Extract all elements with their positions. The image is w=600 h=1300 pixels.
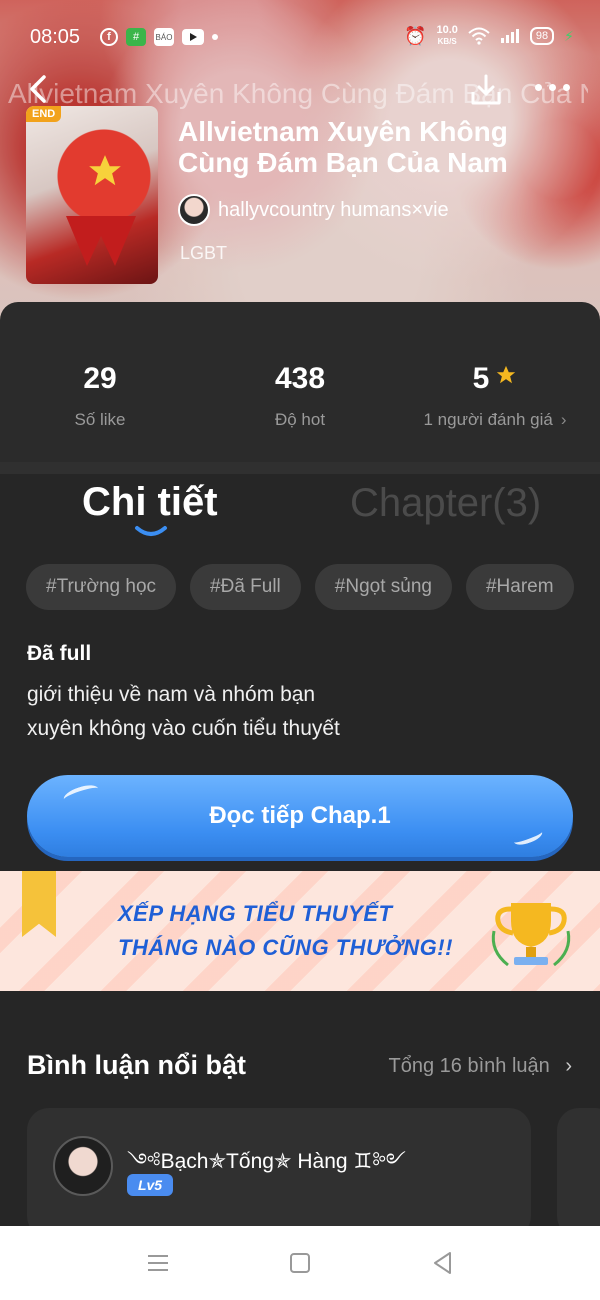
banner-line-2: THÁNG NÀO CŨNG THƯỞNG!! [118, 935, 453, 960]
comments-title: Bình luận nổi bật [27, 1050, 246, 1080]
back-arrow-icon[interactable] [22, 72, 56, 106]
synopsis: giới thiệu về nam và nhóm bạn xuyên khôn… [27, 678, 567, 746]
cover-star-icon [89, 155, 121, 186]
synopsis-line: xuyên không vào cuốn tiểu thuyết [27, 717, 340, 740]
net-speed-unit: KB/S [437, 37, 457, 46]
hot-count: 438 [274, 362, 326, 395]
status-time: 08:05 [30, 26, 81, 48]
signal-icon [500, 29, 519, 43]
rating-value: 5 [472, 362, 490, 395]
comments-total[interactable]: Tổng 16 bình luận [389, 1055, 550, 1077]
youtube-icon [182, 29, 204, 45]
tab-detail[interactable]: Chi tiết [82, 480, 218, 525]
news-icon: BÁO [154, 28, 174, 46]
level-badge: Lv5 [127, 1174, 173, 1196]
net-speed-value: 10.0 [436, 24, 458, 36]
active-tab-indicator [135, 526, 167, 536]
menu-icon[interactable] [145, 1250, 171, 1276]
tag-chip[interactable]: #Đã Full [190, 564, 301, 610]
comment-card[interactable] [557, 1108, 600, 1238]
completion-status: Đã full [27, 642, 92, 665]
tag-chip[interactable]: #Harem [465, 564, 574, 610]
likes-label: Số like [74, 410, 126, 429]
button-gloss [61, 781, 101, 807]
author-name[interactable]: hallyvcountry humans×vie [218, 199, 449, 222]
trophy-icon [491, 903, 571, 967]
likes-stat: 29 Số like [0, 362, 200, 430]
chevron-right-icon[interactable]: › [565, 1055, 572, 1077]
more-options-icon[interactable] [535, 84, 575, 96]
home-icon[interactable] [287, 1250, 313, 1276]
alarm-icon: ⏰ [404, 25, 427, 46]
section-divider [0, 462, 600, 474]
facebook-icon: f [100, 28, 118, 46]
notification-icons: f # BÁO [100, 28, 218, 46]
net-speed: 10.0 KB/S [436, 25, 457, 47]
tag-list: #Trường học #Đã Full #Ngọt sủng #Harem [26, 564, 600, 610]
cover-illustration [66, 216, 136, 266]
likes-count: 29 [83, 362, 117, 395]
battery-level: 98 [529, 27, 555, 45]
book-cover[interactable]: END [26, 106, 158, 284]
system-icons: ⏰ 10.0 KB/S 98 ⚡ [404, 25, 574, 47]
tab-chapters[interactable]: Chapter(3) [350, 481, 541, 526]
continue-reading-label: Đọc tiếp Chap.1 [209, 802, 391, 829]
button-gloss [511, 826, 545, 848]
banner-line-1: XẾP HẠNG TIỂU THUYẾT [118, 901, 393, 926]
hot-stat: 438 Độ hot [200, 362, 400, 430]
hot-label: Độ hot [274, 410, 326, 429]
author-row[interactable]: hallyvcountry humans×vie [178, 194, 449, 226]
synopsis-line: giới thiệu về nam và nhóm bạn [27, 683, 316, 706]
stats-panel: 29 Số like 438 Độ hot 5 1 người đánh giá… [0, 302, 600, 462]
rating-stat[interactable]: 5 1 người đánh giá › [390, 362, 600, 430]
ranking-banner[interactable]: XẾP HẠNG TIỂU THUYẾT THÁNG NÀO CŨNG THƯỞ… [0, 871, 600, 991]
commenter-avatar[interactable] [53, 1136, 113, 1196]
continue-reading-button[interactable]: Đọc tiếp Chap.1 [27, 775, 573, 857]
back-icon[interactable] [430, 1250, 456, 1276]
genre-label: LGBT [180, 243, 228, 263]
top-navigation: Allvietnam Xuyên Không Cùng Đám Bạn Của … [0, 70, 600, 114]
tag-chip[interactable]: #Ngọt sủng [314, 564, 452, 610]
dot-icon [212, 34, 218, 40]
comment-card[interactable]: ༺Bạch✯Tống✯ Hàng ♊༻ Lv5 [27, 1108, 531, 1238]
tag-chip[interactable]: #Trường học [26, 564, 177, 610]
status-bar: 08:05 f # BÁO ⏰ 10.0 KB/S 98 ⚡ [0, 22, 600, 52]
charging-icon: ⚡ [564, 27, 574, 44]
rating-label[interactable]: 1 người đánh giá [423, 410, 552, 429]
chevron-right-icon[interactable]: › [561, 410, 567, 430]
wifi-icon [468, 27, 490, 45]
app-notification-icon: # [126, 28, 146, 46]
rating-star-icon [497, 365, 516, 384]
novel-detail-page: 08:05 f # BÁO ⏰ 10.0 KB/S 98 ⚡ Allvietna… [0, 0, 600, 1300]
download-icon[interactable] [468, 72, 504, 108]
author-avatar[interactable] [178, 194, 210, 226]
comments-total-link[interactable]: Tổng 16 bình luận › [389, 1055, 572, 1078]
system-navigation-bar [0, 1226, 600, 1300]
book-title: Allvietnam Xuyên Không Cùng Đám Bạn Của … [178, 116, 508, 178]
